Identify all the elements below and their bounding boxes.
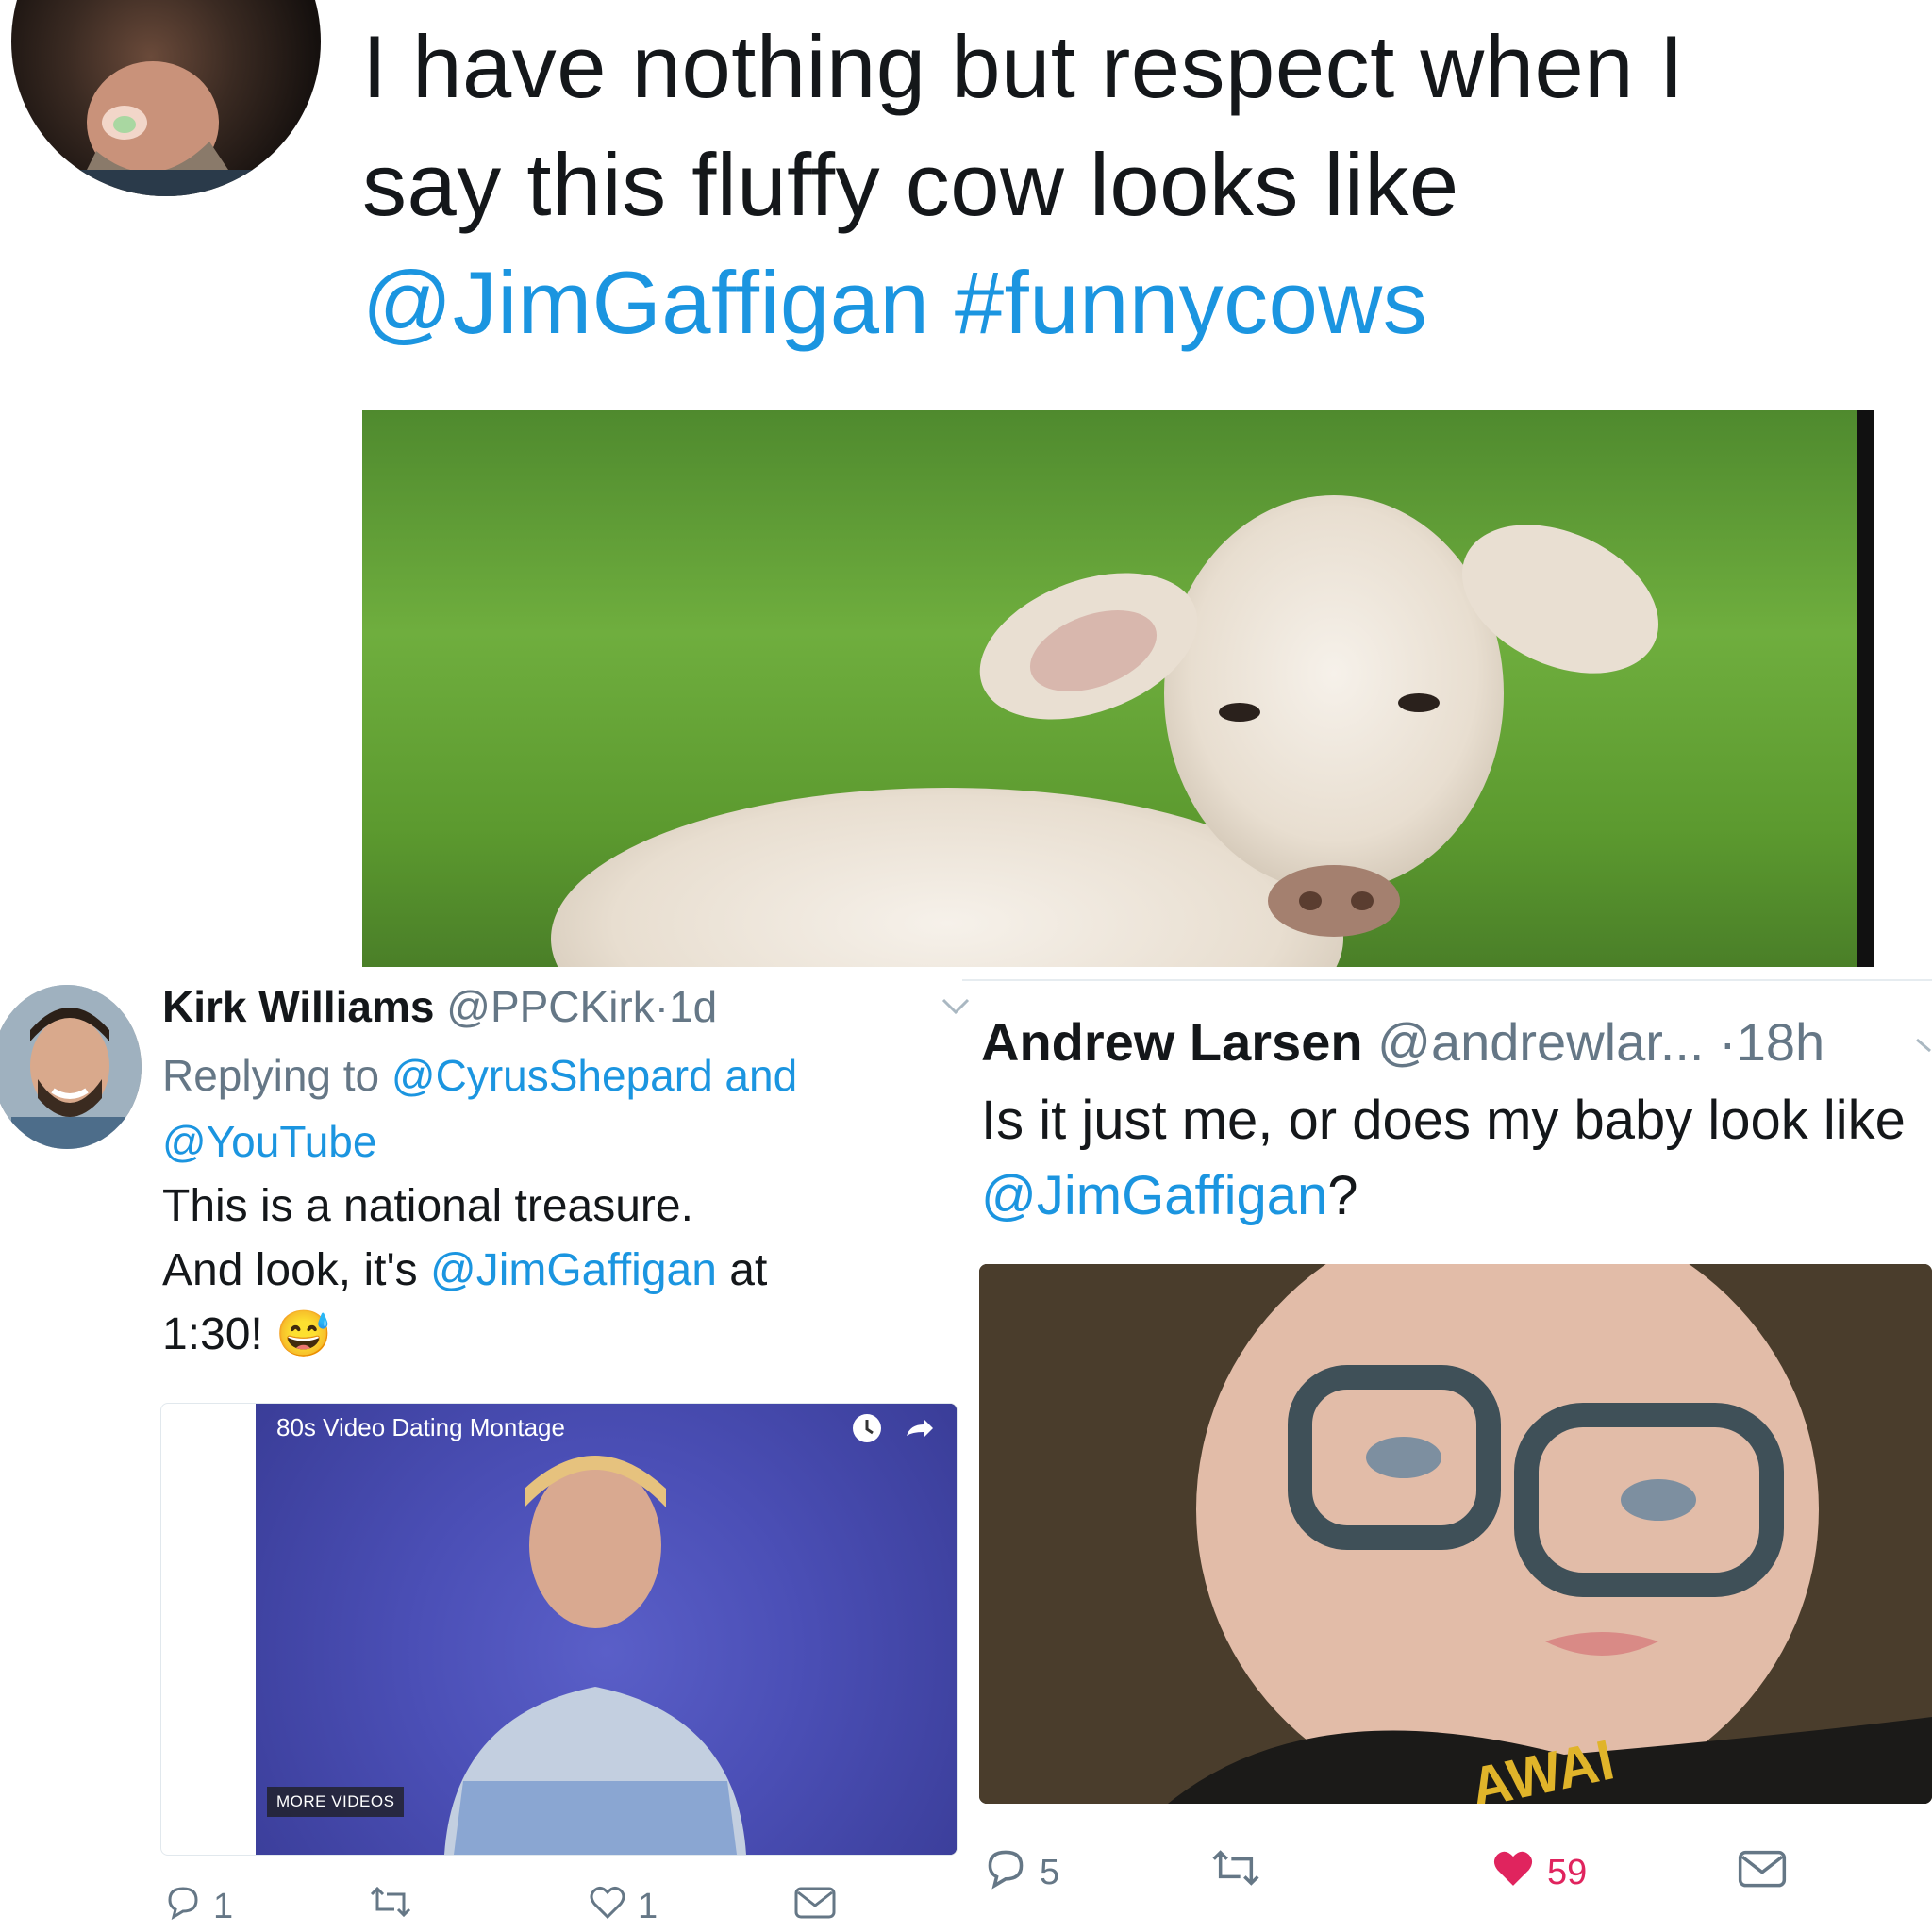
heart-icon: [1489, 1843, 1538, 1902]
baby-photo[interactable]: AWAI: [979, 1264, 1932, 1804]
andrew-handle[interactable]: @andrewlar...: [1377, 1012, 1704, 1072]
kirk-mention-link[interactable]: @JimGaffigan: [430, 1245, 717, 1295]
kirk-tweet-body: This is a national treasure. And look, i…: [162, 1174, 917, 1367]
replying-to-label: Replying to: [162, 1051, 391, 1100]
kirk-body-line3: 1:30! 😅: [162, 1303, 917, 1367]
mention-link[interactable]: @JimGaffigan: [362, 253, 929, 352]
andrew-body-suffix: ?: [1327, 1165, 1358, 1226]
andrew-display-name[interactable]: Andrew Larsen: [981, 1012, 1363, 1072]
retweet-icon: [1209, 1843, 1262, 1902]
heart-icon: [587, 1881, 628, 1932]
kirk-separator: ·: [654, 982, 670, 1031]
kirk-like-count: 1: [638, 1886, 658, 1926]
kirk-body-line2: And look, it's @JimGaffigan at: [162, 1239, 917, 1303]
youtube-video-card[interactable]: 80s Video Dating Montage MORE VIDEOS: [160, 1403, 958, 1856]
reply-mention-cyrus[interactable]: @CyrusShepard: [391, 1051, 713, 1100]
share-icon[interactable]: [901, 1411, 935, 1450]
kirk-body-line1: This is a national treasure.: [162, 1181, 693, 1231]
kirk-timestamp[interactable]: 1d: [669, 982, 717, 1031]
reply-and: and: [712, 1051, 798, 1100]
kirk-avatar[interactable]: [0, 985, 142, 1149]
andrew-timestamp[interactable]: 18h: [1737, 1012, 1824, 1072]
reply-icon: [981, 1843, 1030, 1902]
kirk-replying-to: Replying to @CyrusShepard and @YouTube: [162, 1042, 917, 1174]
top-tweet-text: I have nothing but respect when I say th…: [362, 8, 1834, 361]
kirk-handle[interactable]: @PPCKirk: [446, 982, 655, 1031]
top-tweet-body: I have nothing but respect when I say th…: [362, 17, 1685, 234]
sweat-smile-emoji: 😅: [275, 1309, 332, 1359]
reply-mention-youtube[interactable]: @YouTube: [162, 1117, 376, 1166]
kirk-like-action[interactable]: 1: [587, 1881, 658, 1932]
reply-icon: [162, 1881, 204, 1932]
kirk-reply-action[interactable]: 1: [162, 1881, 233, 1932]
andrew-reply-action[interactable]: 5: [981, 1843, 1059, 1902]
chevron-down-icon[interactable]: [1915, 1030, 1932, 1063]
kirk-dm-action[interactable]: [792, 1881, 838, 1932]
dm-icon: [792, 1881, 838, 1932]
hashtag-link[interactable]: #funnycows: [955, 253, 1427, 352]
cow-photo[interactable]: [362, 410, 1874, 967]
kirk-retweet-action[interactable]: [368, 1881, 423, 1932]
clock-icon[interactable]: [850, 1411, 884, 1450]
chevron-down-icon[interactable]: [940, 991, 972, 1023]
kirk-body-time: 1:30!: [162, 1309, 263, 1359]
andrew-separator: ·: [1719, 1012, 1737, 1072]
andrew-tweet-header: Andrew Larsen @andrewlar... ·18h: [981, 1011, 1824, 1074]
andrew-dm-action[interactable]: [1736, 1843, 1789, 1902]
kirk-body-text: And look, it's: [162, 1245, 430, 1295]
dm-icon: [1736, 1843, 1789, 1902]
andrew-mention-link[interactable]: @JimGaffigan: [981, 1165, 1327, 1226]
andrew-retweet-action[interactable]: [1209, 1843, 1272, 1902]
kirk-reply-count: 1: [213, 1886, 234, 1926]
video-player[interactable]: 80s Video Dating Montage MORE VIDEOS: [256, 1404, 957, 1855]
tweet-divider: [962, 979, 1932, 981]
andrew-like-count: 59: [1547, 1852, 1588, 1892]
video-title[interactable]: 80s Video Dating Montage: [276, 1413, 565, 1442]
andrew-body-text: Is it just me, or does my baby look like: [981, 1090, 1906, 1151]
kirk-body-text-suffix: at: [716, 1245, 768, 1295]
top-tweet-avatar[interactable]: [11, 0, 321, 196]
kirk-tweet-header: Kirk Williams @PPCKirk·1d: [162, 979, 717, 1034]
andrew-tweet-body: Is it just me, or does my baby look like…: [981, 1083, 1924, 1234]
andrew-like-action[interactable]: 59: [1489, 1843, 1587, 1902]
retweet-icon: [368, 1881, 413, 1932]
andrew-reply-count: 5: [1040, 1852, 1060, 1892]
kirk-display-name[interactable]: Kirk Williams: [162, 982, 434, 1031]
more-videos-button[interactable]: MORE VIDEOS: [267, 1787, 405, 1817]
